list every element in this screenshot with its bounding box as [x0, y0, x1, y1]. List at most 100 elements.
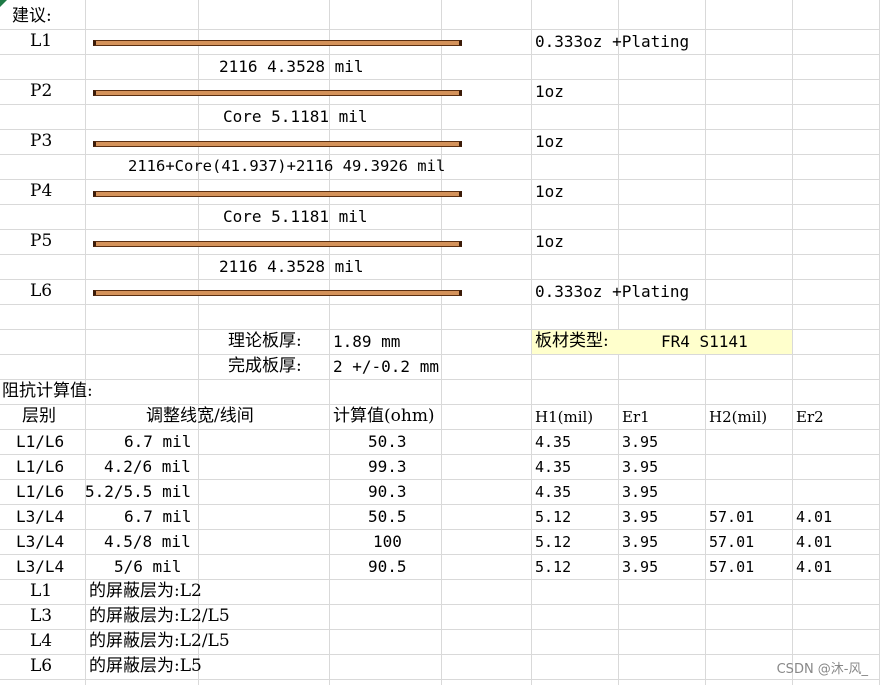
- layer-label-p3[interactable]: P3: [30, 129, 52, 154]
- row-width[interactable]: 6.7 mil: [124, 504, 191, 529]
- row-er1[interactable]: 3.95: [622, 555, 658, 580]
- row-divider: [0, 304, 880, 305]
- row-width[interactable]: 4.5/8 mil: [104, 529, 191, 554]
- copper-weight[interactable]: 1oz: [535, 229, 564, 254]
- row-divider: [0, 204, 880, 205]
- row-er1[interactable]: 3.95: [622, 430, 658, 455]
- header-width-space[interactable]: 调整线宽/线间: [146, 404, 254, 429]
- row-h2[interactable]: 57.01: [709, 555, 754, 580]
- dielectric-label[interactable]: 2116+Core(41.937)+2116 49.3926 mil: [128, 154, 445, 179]
- row-width[interactable]: 5.2/5.5 mil: [85, 479, 191, 504]
- row-divider: [0, 254, 880, 255]
- shield-text[interactable]: 的屏蔽层为:L2/L5: [89, 629, 230, 654]
- copper-layer-bar: [93, 191, 462, 197]
- row-er1[interactable]: 3.95: [622, 505, 658, 530]
- header-calculated[interactable]: 计算值(ohm): [333, 404, 435, 429]
- row-width[interactable]: 4.2/6 mil: [104, 454, 191, 479]
- row-er1[interactable]: 3.95: [622, 480, 658, 505]
- row-divider: [0, 279, 880, 280]
- header-er1[interactable]: Er1: [622, 405, 650, 430]
- row-calc[interactable]: 100: [373, 529, 402, 554]
- cell-comment-marker: [0, 0, 7, 7]
- layer-label-l1[interactable]: L1: [30, 29, 52, 54]
- row-layer[interactable]: L3/L4: [16, 554, 64, 579]
- header-er2[interactable]: Er2: [796, 405, 824, 430]
- row-er1[interactable]: 3.95: [622, 530, 658, 555]
- row-divider: [0, 129, 880, 130]
- row-h1[interactable]: 4.35: [535, 480, 571, 505]
- dielectric-label[interactable]: 2116 4.3528 mil: [219, 254, 364, 279]
- row-calc[interactable]: 99.3: [368, 454, 407, 479]
- layer-label-p4[interactable]: P4: [30, 179, 52, 204]
- header-h2[interactable]: H2(mil): [709, 405, 767, 430]
- row-layer[interactable]: L3/L4: [16, 504, 64, 529]
- header-h1[interactable]: H1(mil): [535, 405, 593, 430]
- shield-layer[interactable]: L6: [30, 654, 52, 679]
- row-er2[interactable]: 4.01: [796, 530, 832, 555]
- row-calc[interactable]: 50.3: [368, 429, 407, 454]
- shield-text[interactable]: 的屏蔽层为:L2: [89, 579, 202, 604]
- copper-layer-bar: [93, 241, 462, 247]
- row-h1[interactable]: 5.12: [535, 555, 571, 580]
- row-divider: [0, 379, 880, 380]
- copper-layer-bar: [93, 90, 462, 96]
- row-divider: [0, 354, 880, 355]
- copper-layer-bar: [93, 40, 462, 46]
- shield-text[interactable]: 的屏蔽层为:L5: [89, 654, 202, 679]
- suggestion-label[interactable]: 建议:: [12, 4, 52, 29]
- column-divider: [85, 0, 86, 685]
- copper-weight[interactable]: 1oz: [535, 79, 564, 104]
- copper-weight[interactable]: 1oz: [535, 179, 564, 204]
- layer-label-p5[interactable]: P5: [30, 229, 52, 254]
- column-divider: [329, 0, 330, 685]
- column-divider: [792, 0, 793, 685]
- theory-thickness-label[interactable]: 理论板厚:: [228, 329, 302, 354]
- row-h1[interactable]: 4.35: [535, 455, 571, 480]
- finished-thickness-value[interactable]: 2 +/-0.2 mm: [333, 354, 439, 379]
- spreadsheet-grid[interactable]: 建议: L1 0.333oz +Plating 2116 4.3528 mil …: [0, 0, 880, 685]
- material-label[interactable]: 板材类型:: [535, 329, 609, 354]
- dielectric-label[interactable]: 2116 4.3528 mil: [219, 54, 364, 79]
- row-layer[interactable]: L1/L6: [16, 429, 64, 454]
- column-divider: [441, 0, 442, 685]
- shield-layer[interactable]: L4: [30, 629, 52, 654]
- row-er2[interactable]: 4.01: [796, 505, 832, 530]
- layer-label-p2[interactable]: P2: [30, 79, 52, 104]
- finished-thickness-label[interactable]: 完成板厚:: [228, 354, 302, 379]
- impedance-title[interactable]: 阻抗计算值:: [2, 379, 93, 404]
- row-h2[interactable]: 57.01: [709, 505, 754, 530]
- row-divider: [0, 679, 880, 680]
- row-layer[interactable]: L1/L6: [16, 454, 64, 479]
- row-er1[interactable]: 3.95: [622, 455, 658, 480]
- copper-layer-bar: [93, 141, 462, 147]
- dielectric-label[interactable]: Core 5.1181 mil: [223, 204, 368, 229]
- copper-weight[interactable]: 1oz: [535, 129, 564, 154]
- row-divider: [0, 179, 880, 180]
- row-er2[interactable]: 4.01: [796, 555, 832, 580]
- copper-weight[interactable]: 0.333oz +Plating: [535, 29, 689, 54]
- header-layer[interactable]: 层别: [22, 404, 56, 429]
- theory-thickness-value[interactable]: 1.89 mm: [333, 329, 400, 354]
- row-h2[interactable]: 57.01: [709, 530, 754, 555]
- material-value[interactable]: FR4 S1141: [661, 329, 748, 354]
- row-divider: [0, 229, 880, 230]
- row-calc[interactable]: 90.3: [368, 479, 407, 504]
- dielectric-label[interactable]: Core 5.1181 mil: [223, 104, 368, 129]
- row-calc[interactable]: 90.5: [368, 554, 407, 579]
- row-width[interactable]: 6.7 mil: [124, 429, 191, 454]
- row-h1[interactable]: 4.35: [535, 430, 571, 455]
- shield-layer[interactable]: L3: [30, 604, 52, 629]
- row-h1[interactable]: 5.12: [535, 505, 571, 530]
- row-divider: [0, 29, 880, 30]
- row-h1[interactable]: 5.12: [535, 530, 571, 555]
- row-layer[interactable]: L1/L6: [16, 479, 64, 504]
- row-calc[interactable]: 50.5: [368, 504, 407, 529]
- row-divider: [0, 104, 880, 105]
- row-width[interactable]: 5/6 mil: [114, 554, 181, 579]
- copper-weight[interactable]: 0.333oz +Plating: [535, 279, 689, 304]
- row-layer[interactable]: L3/L4: [16, 529, 64, 554]
- shield-layer[interactable]: L1: [30, 579, 52, 604]
- row-divider: [0, 79, 880, 80]
- layer-label-l6[interactable]: L6: [30, 279, 52, 304]
- shield-text[interactable]: 的屏蔽层为:L2/L5: [89, 604, 230, 629]
